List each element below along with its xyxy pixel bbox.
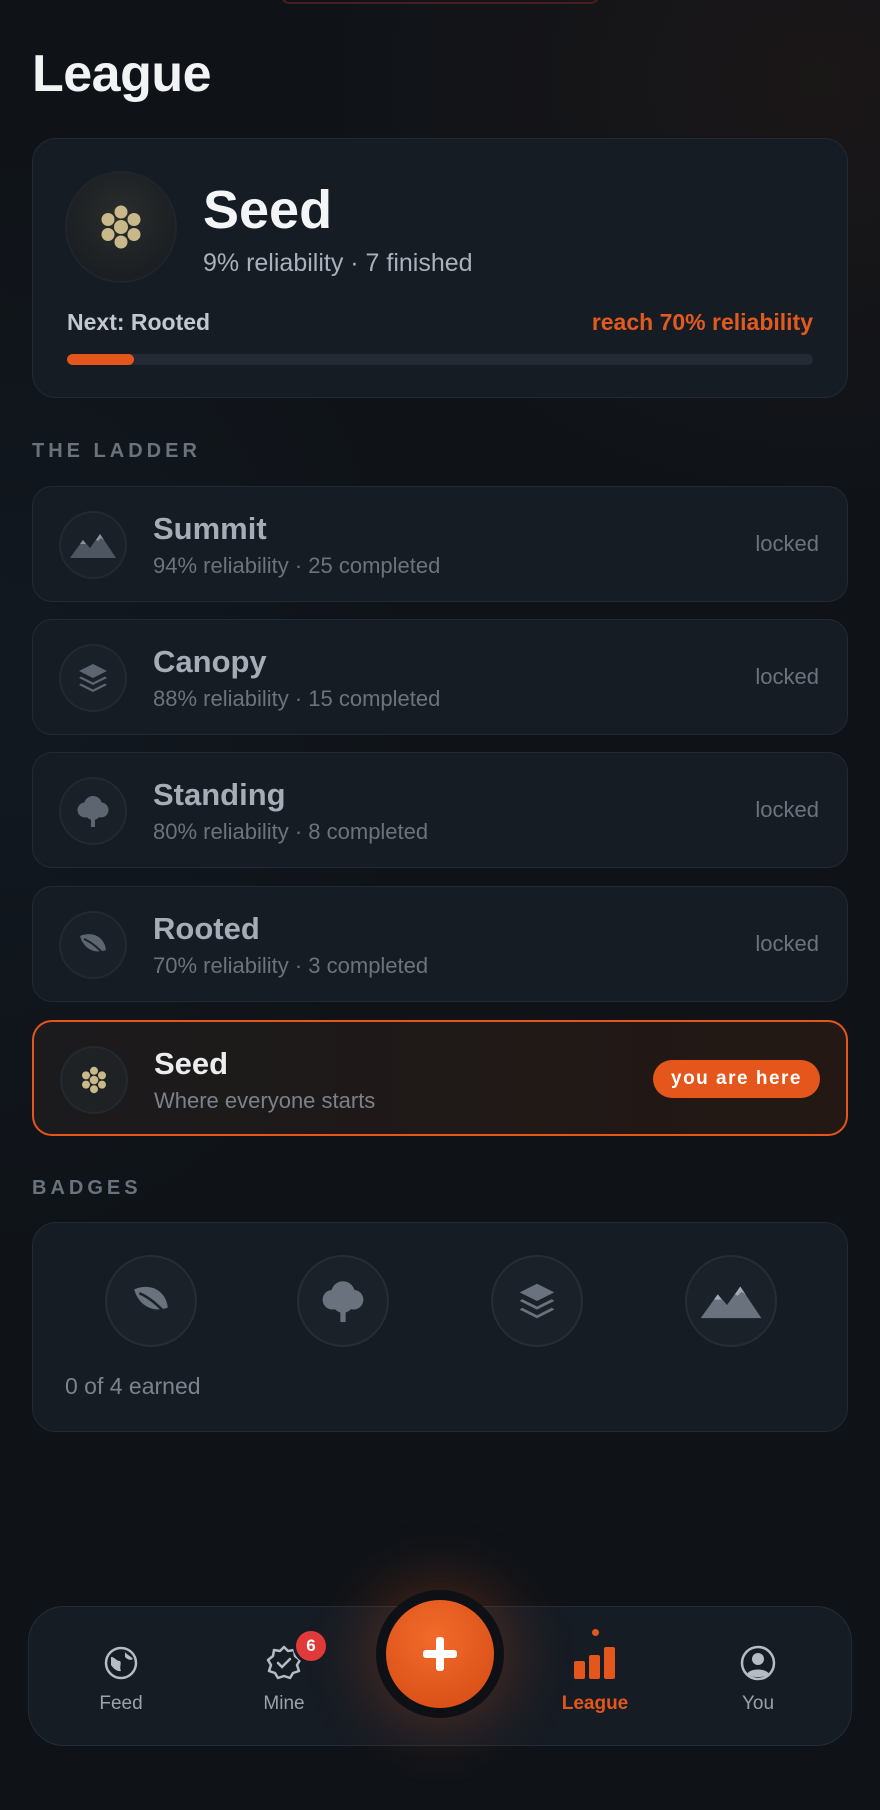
ladder-item-summit[interactable]: Summit 94% reliability · 25 completed lo… [32, 486, 848, 602]
notification-count-badge: 6 [296, 1631, 326, 1661]
seed-dots-icon [67, 173, 175, 281]
nav-league[interactable]: League [545, 1629, 645, 1715]
tier-requirement: 80% reliability · 8 completed [153, 819, 429, 844]
bar-chart-icon [545, 1643, 645, 1683]
nav-mine[interactable]: Mine 6 [234, 1631, 334, 1715]
tier-name: Standing [153, 777, 286, 812]
tier-name: Summit [153, 511, 267, 546]
tier-requirement: 94% reliability · 25 completed [153, 553, 441, 578]
leaf-icon [59, 911, 127, 979]
tier-progress-bar [67, 354, 813, 365]
ladder-item-standing[interactable]: Standing 80% reliability · 8 completed l… [32, 752, 848, 868]
you-are-here-badge: you are here [653, 1060, 820, 1098]
tier-progress-fill [67, 354, 135, 365]
tier-stats: 9% reliability · 7 finished [203, 249, 473, 277]
globe-icon [71, 1643, 171, 1683]
tier-name: Rooted [153, 911, 260, 946]
tier-name: Seed [154, 1046, 229, 1081]
nav-label: You [741, 1693, 775, 1714]
tier-name: Canopy [153, 644, 267, 679]
nav-you[interactable]: You [708, 1643, 808, 1715]
tier-name: Seed [203, 180, 333, 240]
leaf-icon[interactable] [105, 1255, 197, 1347]
mountain-icon [59, 511, 127, 579]
next-tier-target: reach 70% reliability [591, 309, 813, 335]
nav-feed[interactable]: Feed [71, 1643, 171, 1715]
tier-state: locked [755, 797, 819, 822]
nav-label: League [561, 1693, 629, 1714]
tier-requirement: 70% reliability · 3 completed [153, 953, 429, 978]
layers-icon [59, 644, 127, 712]
layers-icon[interactable] [491, 1255, 583, 1347]
tier-requirement: 88% reliability · 15 completed [153, 686, 441, 711]
badges-earned-count: 0 of 4 earned [65, 1373, 201, 1399]
ladder-item-canopy[interactable]: Canopy 88% reliability · 15 completed lo… [32, 619, 848, 735]
ladder-item-seed-current[interactable]: Seed Where everyone starts you are here [32, 1020, 848, 1136]
nav-label: Feed [99, 1693, 143, 1714]
seed-dots-icon [60, 1046, 128, 1114]
tier-state: locked [755, 531, 819, 556]
tree-icon [59, 777, 127, 845]
tier-state: locked [755, 664, 819, 689]
tier-state: locked [755, 931, 819, 956]
current-tier-card: Seed 9% reliability · 7 finished Next: R… [32, 138, 848, 398]
tier-requirement: Where everyone starts [154, 1088, 376, 1113]
plus-icon [423, 1637, 457, 1671]
mountain-icon[interactable] [685, 1255, 777, 1347]
next-tier-label: Next: Rooted [67, 309, 211, 335]
tree-icon[interactable] [297, 1255, 389, 1347]
nav-label: Mine [263, 1693, 305, 1714]
add-button[interactable] [386, 1600, 494, 1708]
active-indicator-dot [591, 1629, 599, 1636]
page-title: League [32, 45, 212, 103]
ladder-section-label: THE LADDER [32, 440, 201, 462]
badges-card: 0 of 4 earned [32, 1222, 848, 1432]
top-notch [280, 0, 600, 4]
badges-section-label: BADGES [32, 1177, 142, 1199]
user-circle-icon [708, 1643, 808, 1683]
ladder-item-rooted[interactable]: Rooted 70% reliability · 3 completed loc… [32, 886, 848, 1002]
